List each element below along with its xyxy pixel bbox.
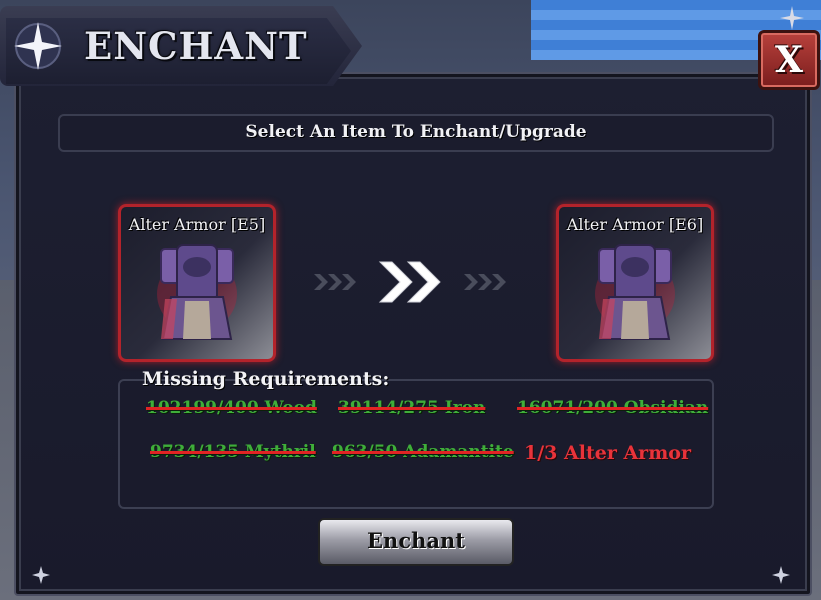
corner-star-icon [32, 566, 50, 584]
window-title: ENCHANT [84, 24, 308, 68]
instruction-text: Select An Item To Enchant/Upgrade [245, 122, 587, 142]
current-item-name: Alter Armor [E5] [128, 215, 266, 234]
corner-star-icon [772, 566, 790, 584]
upgrade-arrows-icon [314, 261, 506, 303]
sparkle-icon [780, 6, 804, 30]
armor-icon [157, 244, 237, 340]
requirement-wood: 102199/400 Wood [146, 398, 317, 418]
close-icon: X [775, 39, 803, 81]
instruction-bar: Select An Item To Enchant/Upgrade [58, 114, 774, 152]
requirement-iron: 39114/275 Iron [338, 398, 486, 418]
close-button[interactable]: X [758, 30, 820, 90]
sparkle-star-icon [14, 22, 62, 70]
requirements-title: Missing Requirements: [142, 368, 390, 390]
enchant-button[interactable]: Enchant [318, 518, 514, 566]
requirement-mythril: 9734/135 Mythril [150, 442, 316, 462]
current-item-slot[interactable]: Alter Armor [E5] [118, 204, 276, 362]
enchant-button-label: Enchant [367, 528, 465, 553]
requirement-obsidian: 16071/200 Obsidian [517, 398, 709, 418]
requirement-adamantite: 963/50 Adamantite [332, 442, 514, 462]
armor-icon [595, 244, 675, 340]
upgraded-item-name: Alter Armor [E6] [566, 215, 704, 234]
requirement-alter-armor: 1/3 Alter Armor [524, 442, 691, 464]
upgraded-item-slot[interactable]: Alter Armor [E6] [556, 204, 714, 362]
